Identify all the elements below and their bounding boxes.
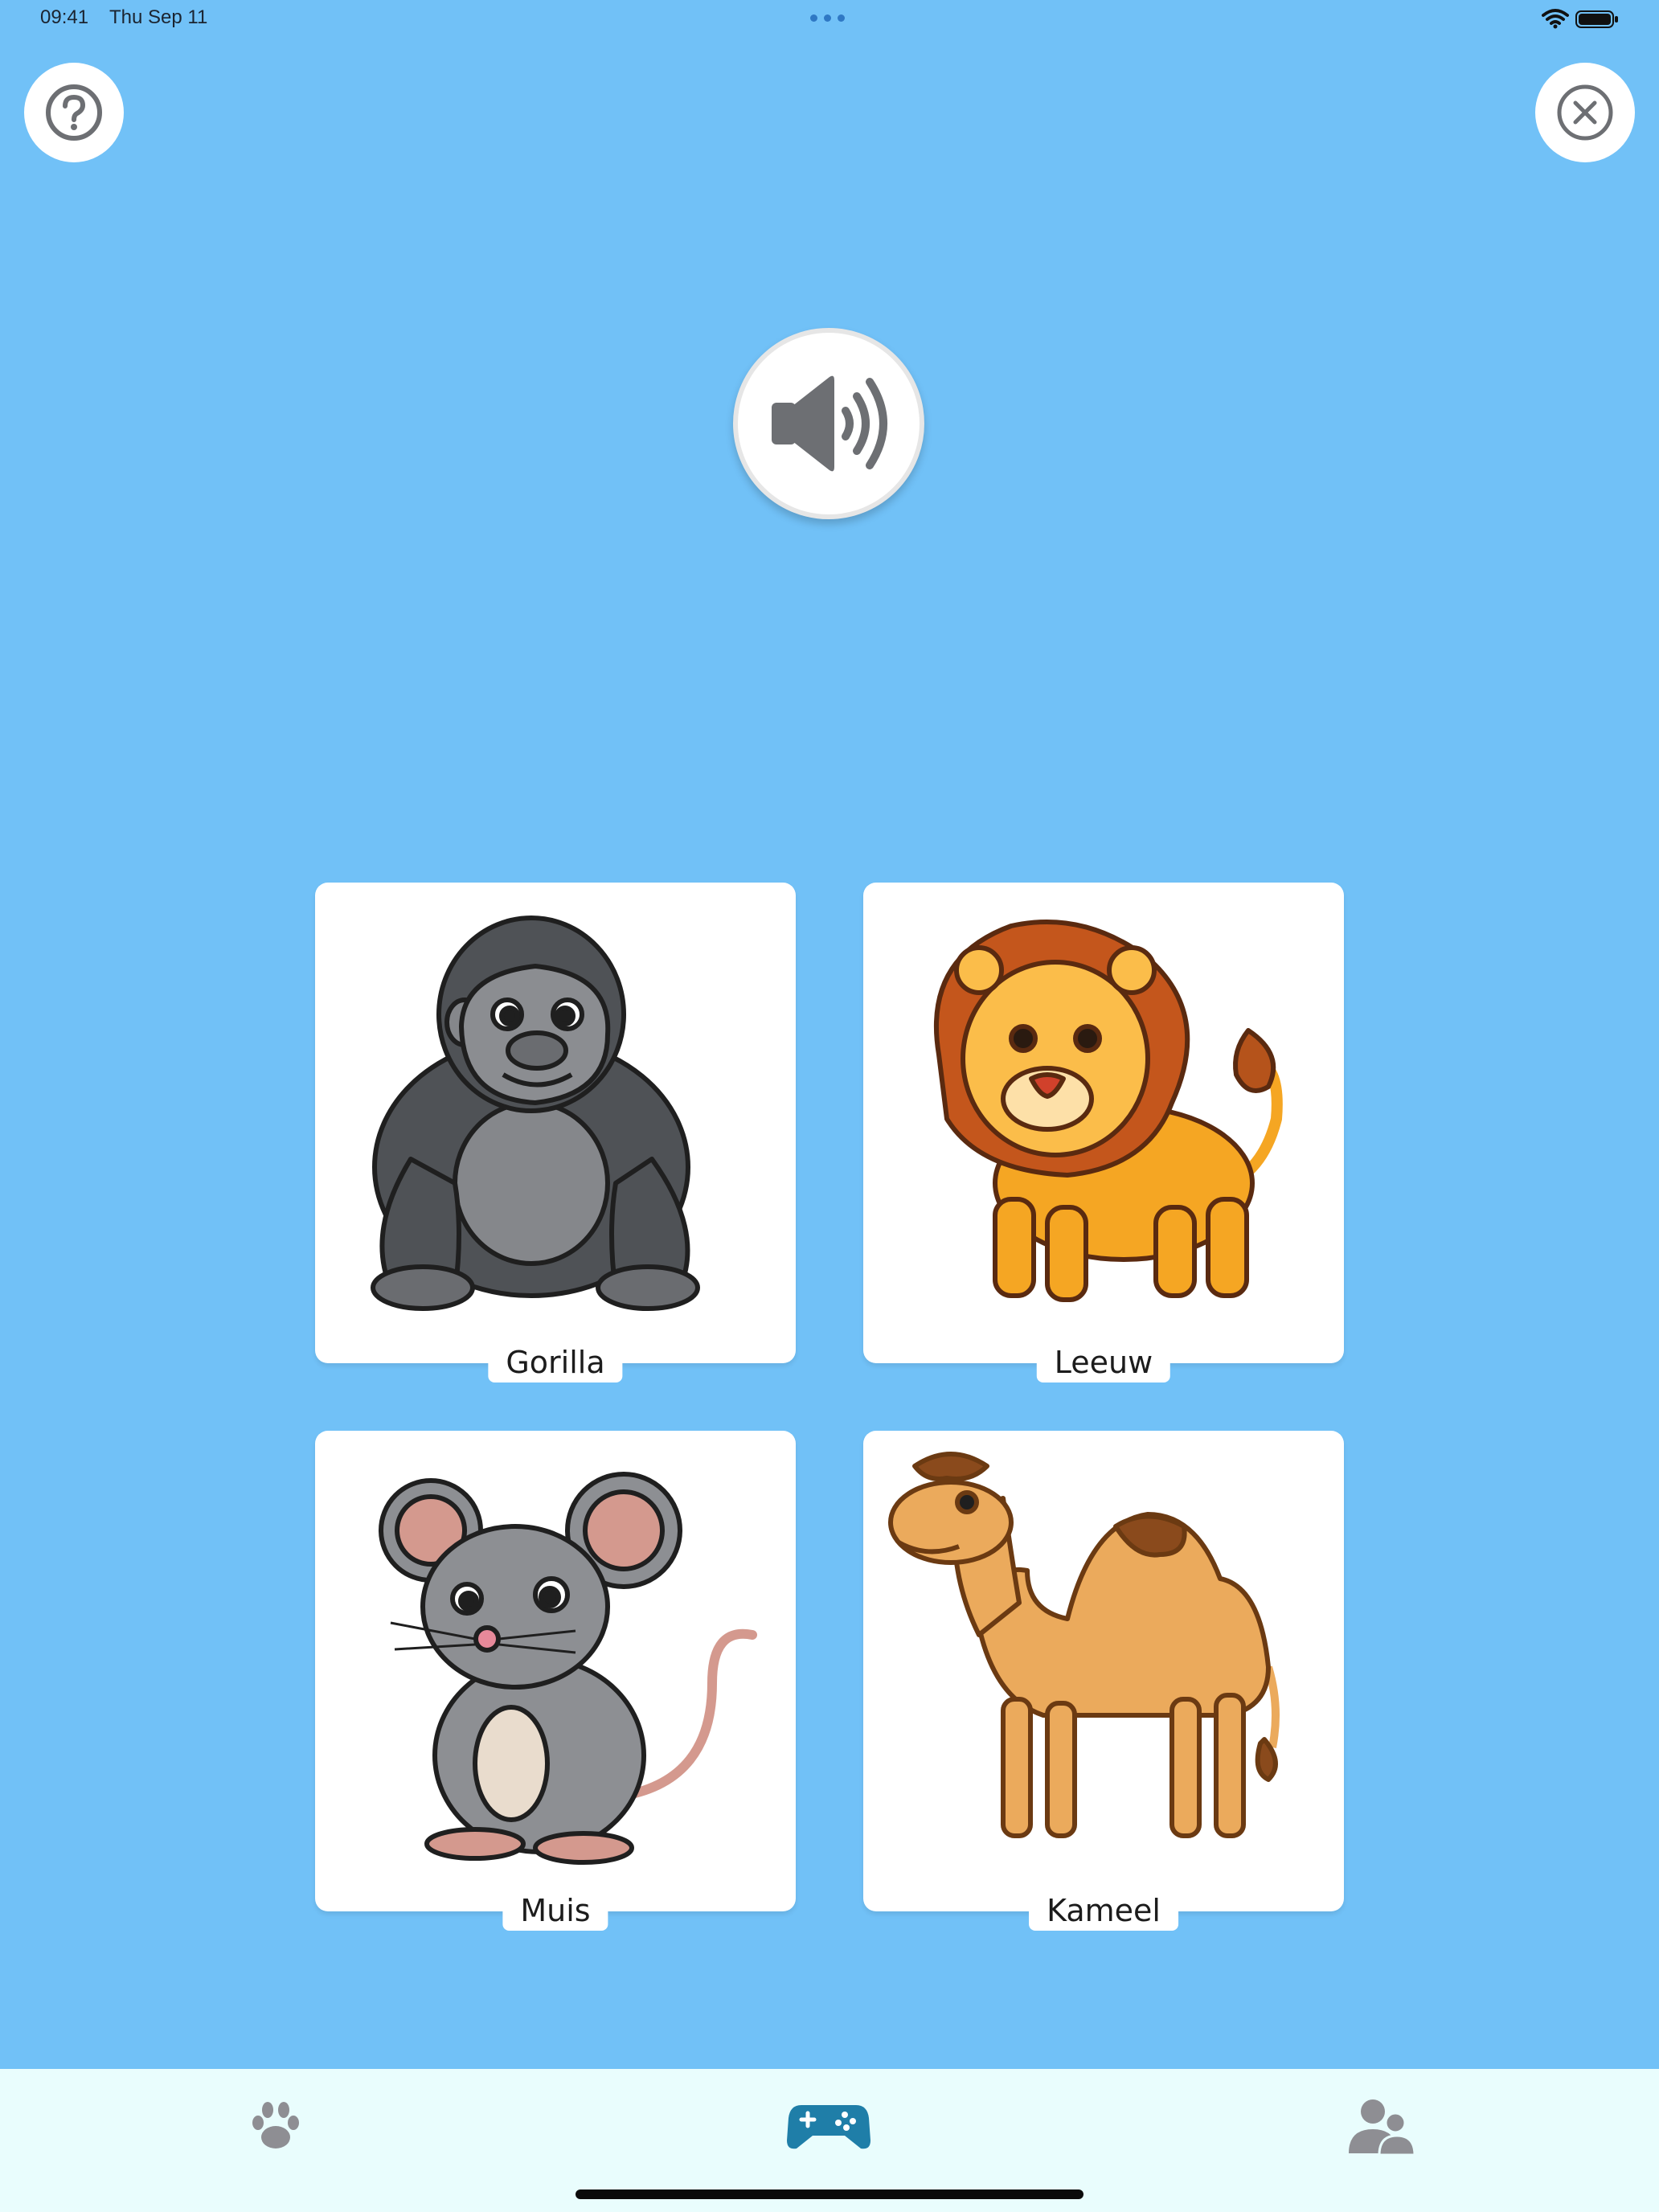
tab-games[interactable] [784, 2090, 873, 2162]
mouse-icon [379, 1472, 757, 1865]
gorilla-icon [371, 916, 700, 1311]
wifi-icon [1542, 9, 1569, 29]
status-time: 09:41 [40, 6, 89, 28]
animal-card-muis[interactable]: Muis [315, 1431, 796, 1931]
status-bar: 09:41 Thu Sep 11 [0, 0, 1659, 39]
close-icon [1557, 84, 1613, 141]
card-label-muis: Muis [502, 1890, 608, 1931]
question-mark-icon [46, 84, 102, 141]
speaker-icon [772, 375, 887, 472]
play-sound-button[interactable] [733, 328, 924, 519]
card-label-leeuw: Leeuw [1036, 1342, 1171, 1382]
close-button[interactable] [1535, 63, 1635, 162]
tab-animals[interactable] [231, 2090, 320, 2162]
camel-icon [888, 1452, 1280, 1838]
card-label-kameel: Kameel [1029, 1890, 1178, 1931]
lion-icon [933, 920, 1283, 1302]
card-label-gorilla: Gorilla [488, 1342, 623, 1382]
home-indicator[interactable] [576, 2189, 1083, 2199]
tab-profiles[interactable] [1337, 2090, 1426, 2162]
gamepad-icon [787, 2105, 870, 2149]
battery-icon [1575, 10, 1618, 28]
animal-card-kameel[interactable]: Kameel [863, 1431, 1344, 1931]
help-button[interactable] [24, 63, 124, 162]
users-icon [1349, 2099, 1415, 2155]
multitasking-dots-icon[interactable] [810, 14, 847, 23]
paw-icon [252, 2102, 299, 2149]
status-date: Thu Sep 11 [109, 6, 208, 28]
animal-card-leeuw[interactable]: Leeuw [863, 883, 1344, 1382]
animal-card-gorilla[interactable]: Gorilla [315, 883, 796, 1382]
